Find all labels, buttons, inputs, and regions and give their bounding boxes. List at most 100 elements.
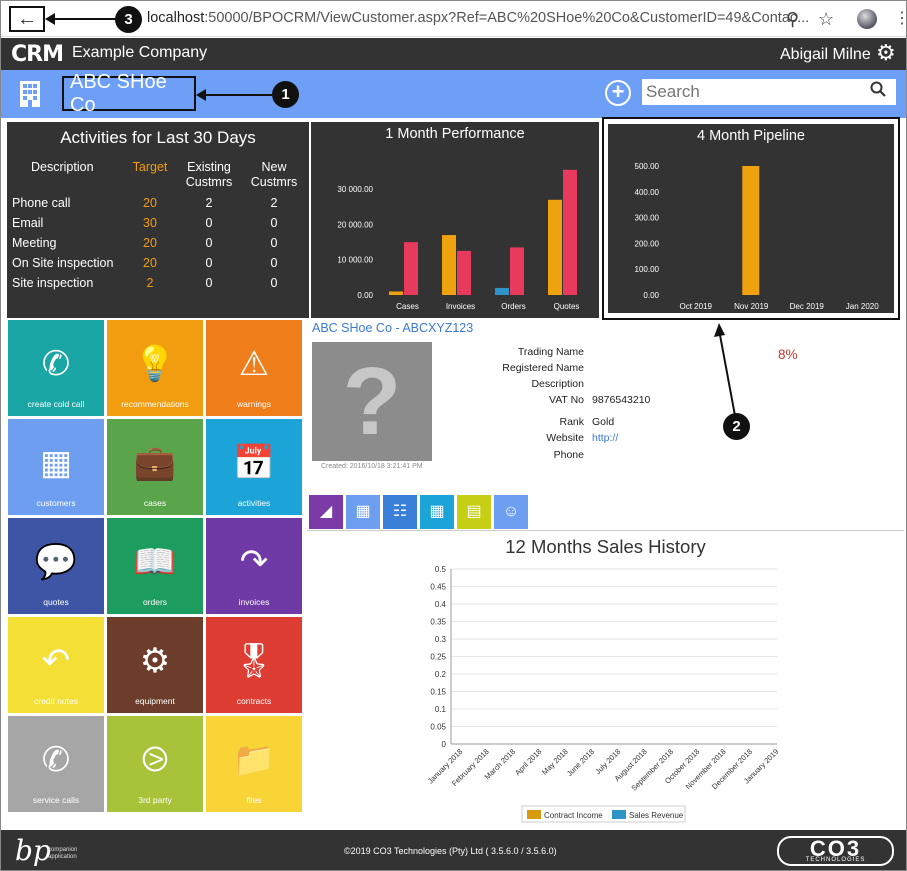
- tile-3rd-party[interactable]: ⧁ 3rd party: [107, 716, 203, 812]
- tile-orders[interactable]: 📖 orders: [107, 518, 203, 614]
- perf-bar: [457, 250, 471, 295]
- crm-header: CRM Example Company Abigail Milne ⚙: [1, 38, 906, 70]
- activity-desc: Site inspection: [12, 276, 94, 290]
- tile-label: warnings: [236, 399, 272, 409]
- x-tick-label: Nov 2019: [734, 302, 769, 311]
- customer-link[interactable]: ABC SHoe Co - ABCXYZ123: [312, 321, 473, 335]
- activity-desc: Email: [12, 216, 44, 230]
- tile-invoices[interactable]: ↷ invoices: [206, 518, 302, 614]
- col-description: Description: [31, 160, 94, 174]
- tab-document[interactable]: ▤: [457, 495, 491, 529]
- y-tick-label: 0.00: [357, 291, 373, 300]
- x-tick-label: Cases: [396, 302, 419, 311]
- activity-new: 0: [270, 256, 278, 270]
- activity-target: 30: [143, 216, 157, 230]
- y-tick-label: 0.2: [435, 670, 447, 679]
- y-tick-label: 0.4: [435, 600, 447, 609]
- tab-building[interactable]: ▦: [346, 495, 380, 529]
- pipeline-panel: 4 Month Pipeline 0.00 100.00 200.00 300.00 4…: [606, 122, 896, 315]
- activity-desc: Phone call: [12, 196, 71, 210]
- back-button[interactable]: ←: [9, 6, 45, 32]
- tile-label: customers: [36, 498, 76, 508]
- bp-logo-subtitle: companion application: [48, 847, 77, 861]
- lightbulb-icon: 💡: [133, 345, 177, 383]
- search-icon[interactable]: [870, 81, 886, 102]
- phone-icon: ✆: [41, 741, 71, 779]
- tile-label: cases: [143, 498, 167, 508]
- phone-icon: ✆: [41, 345, 71, 383]
- field-value[interactable]: http://: [592, 432, 618, 444]
- field-label: Rank: [559, 416, 584, 428]
- tile-quotes[interactable]: 💬 quotes: [8, 518, 104, 614]
- y-tick-label: 0.25: [430, 653, 446, 662]
- tile-label: create cold call: [27, 399, 85, 409]
- activity-new: 0: [270, 216, 278, 230]
- callout-2: 2: [723, 413, 750, 440]
- y-tick-label: 0.15: [430, 688, 446, 697]
- copyright-text: ©2019 CO3 Technologies (Pty) Ltd ( 3.5.6…: [344, 846, 557, 856]
- tab-divider: [307, 530, 904, 531]
- tile-activities[interactable]: 📅 activities: [206, 419, 302, 515]
- x-tick-label: Invoices: [446, 302, 475, 311]
- area-chart-icon: ◢: [319, 503, 333, 520]
- callout-1: 1: [272, 81, 299, 108]
- tile-contracts[interactable]: 🎖 contracts: [206, 617, 302, 713]
- tab-contacts-book[interactable]: ☷: [383, 495, 417, 529]
- customer-photo-placeholder[interactable]: ?: [312, 342, 432, 461]
- bp-sub-line1: companion: [48, 847, 78, 853]
- perf-bar: [389, 291, 403, 295]
- zoom-icon[interactable]: ⚲: [786, 9, 799, 30]
- y-tick-label: 10 000.00: [337, 256, 373, 265]
- field-label: Registered Name: [502, 362, 584, 374]
- tile-equipment[interactable]: ⚙ equipment: [107, 617, 203, 713]
- callout-arrowhead-3: [45, 13, 55, 25]
- activities-title: Activities for Last 30 Days: [60, 128, 256, 147]
- folder-icon: 📁: [232, 741, 276, 779]
- company-name: Example Company: [72, 44, 208, 61]
- crm-logo[interactable]: CRM: [11, 42, 64, 67]
- app-window: ← 3 localhost:50000/BPOCRM/ViewCustomer.…: [0, 0, 907, 871]
- activity-existing: 0: [205, 276, 213, 290]
- tile-label: invoices: [238, 597, 270, 607]
- col-target: Target: [132, 160, 168, 174]
- callout-arrow-1: [198, 94, 272, 96]
- tab-area-chart[interactable]: ◢: [309, 495, 343, 529]
- url-field[interactable]: localhost:50000/BPOCRM/ViewCustomer.aspx…: [147, 10, 809, 26]
- tile-warnings[interactable]: ⚠ warnings: [206, 320, 302, 416]
- legend-swatch: [612, 810, 626, 819]
- star-icon[interactable]: ☆: [818, 9, 834, 30]
- tile-recommendations[interactable]: 💡 recommendations: [107, 320, 203, 416]
- gear-icon[interactable]: ⚙: [876, 40, 896, 66]
- tab-calendar[interactable]: ▦: [420, 495, 454, 529]
- col-existing: Existing Custmrs: [185, 160, 233, 189]
- field-label: Trading Name: [517, 346, 584, 358]
- user-name[interactable]: Abigail Milne: [780, 46, 871, 64]
- tile-customers[interactable]: ▦ customers: [8, 419, 104, 515]
- activity-new: 2: [270, 196, 278, 210]
- search-input[interactable]: [642, 79, 896, 105]
- x-tick-label: June 2018: [565, 747, 596, 778]
- document-icon: ▤: [466, 503, 482, 520]
- redo-arrow-icon: ↷: [239, 543, 269, 581]
- tile-create-cold-call[interactable]: ✆ create cold call: [8, 320, 104, 416]
- kebab-menu-icon[interactable]: ⋮: [894, 8, 906, 28]
- add-icon[interactable]: +: [605, 80, 631, 106]
- legend-label: Sales Revenue: [629, 811, 684, 820]
- tab-users[interactable]: ☺: [494, 495, 528, 529]
- tile-service-calls[interactable]: ✆ service calls: [8, 716, 104, 812]
- browser-profile-avatar[interactable]: [857, 9, 877, 29]
- y-tick-label: 400.00: [635, 188, 660, 197]
- y-tick-label: 0: [442, 740, 447, 749]
- perf-bar: [442, 235, 456, 295]
- sales-history-title: 12 Months Sales History: [505, 536, 706, 557]
- contacts-book-icon: ☷: [392, 503, 408, 520]
- y-tick-label: 0.35: [430, 618, 446, 627]
- tile-cases[interactable]: 💼 cases: [107, 419, 203, 515]
- field-value: 9876543210: [592, 394, 651, 406]
- activity-target: 20: [143, 196, 157, 210]
- tile-credit-notes[interactable]: ↶ credit notes: [8, 617, 104, 713]
- tile-files[interactable]: 📁 files: [206, 716, 302, 812]
- x-tick-label: Quotes: [554, 302, 580, 311]
- pipeline-chart: 0.00 100.00 200.00 300.00 400.00 500.00 Oct 20…: [635, 162, 880, 311]
- chat-icon: 💬: [34, 543, 78, 581]
